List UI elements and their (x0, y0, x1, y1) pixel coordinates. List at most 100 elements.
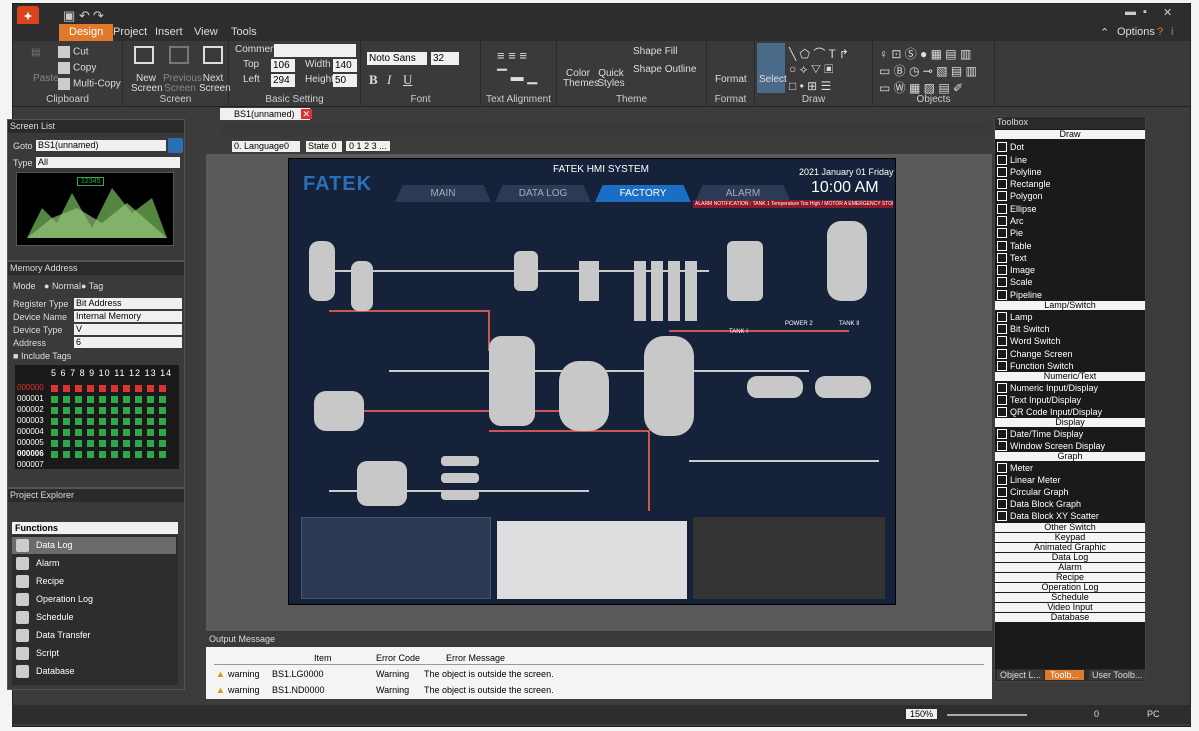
minimize-icon[interactable]: ▬ (1125, 6, 1136, 18)
valign-icons[interactable]: ▔ ▬ ▁ (497, 69, 537, 85)
home-icon[interactable] (168, 138, 183, 153)
tool-change-screen[interactable]: Change Screen (997, 348, 1073, 360)
menu-insert[interactable]: Insert (155, 26, 183, 38)
menu-design[interactable]: Design (59, 24, 114, 41)
mode-normal-radio[interactable]: ● Normal (44, 281, 81, 291)
goto-select[interactable]: BS1(unnamed) (36, 140, 166, 151)
hmi-tab-factory[interactable]: FACTORY (595, 185, 691, 202)
tool-line[interactable]: Line (997, 154, 1027, 166)
tool-numeric-input[interactable]: Numeric Input/Display (997, 382, 1098, 394)
collapse-ribbon-icon[interactable]: ⌃ (1100, 26, 1109, 39)
draw-shapes-row2[interactable]: ○ ⟡ ▽ ▣ (789, 62, 833, 77)
zoom-slider[interactable] (947, 714, 1027, 716)
explorer-item-operation-log[interactable]: Operation Log (12, 591, 176, 608)
include-tags-checkbox[interactable]: ■ Include Tags (13, 351, 71, 361)
objects-row1[interactable]: ♀ ⊡ Ⓢ ● ▦ ▤ ▥ (879, 45, 971, 62)
output-row[interactable]: ▲ warning BS1.LG0000 Warning The object … (214, 667, 984, 681)
address-input[interactable]: 6 (74, 337, 182, 348)
mode-tag-radio[interactable]: ● Tag (81, 281, 103, 291)
functions-header[interactable]: Functions (12, 522, 178, 534)
tool-lamp[interactable]: Lamp (997, 311, 1033, 323)
toolbox-section-data-log[interactable]: Data Log (995, 553, 1145, 562)
toolbox-section-display[interactable]: Display (995, 418, 1145, 427)
tool-polygon[interactable]: Polygon (997, 190, 1043, 202)
tool-pipeline[interactable]: Pipeline (997, 289, 1042, 301)
language-select[interactable]: 0. Language0 (232, 141, 300, 152)
hmi-tab-data-log[interactable]: DATA LOG (495, 185, 591, 202)
explorer-item-alarm[interactable]: Alarm (12, 555, 176, 572)
tool-bit-switch[interactable]: Bit Switch (997, 323, 1050, 335)
align-icons[interactable]: ≡ ≡ ≡ (497, 48, 527, 63)
toolbox-section-graph[interactable]: Graph (995, 452, 1145, 461)
toolbox-section-database[interactable]: Database (995, 613, 1145, 622)
toolbox-section-alarm[interactable]: Alarm (995, 563, 1145, 572)
toolbox-section-keypad[interactable]: Keypad (995, 533, 1145, 542)
draw-shapes-row3[interactable]: □ • ⊞ ☰ (789, 79, 831, 93)
tool-pie[interactable]: Pie (997, 227, 1023, 239)
tool-rectangle[interactable]: Rectangle (997, 178, 1051, 190)
register-type-select[interactable]: Bit Address (74, 298, 182, 309)
tool-dot[interactable]: Dot (997, 141, 1024, 153)
toolbox-section-draw[interactable]: Draw (995, 130, 1145, 139)
multi-copy-button[interactable]: Multi-Copy (58, 78, 121, 90)
memory-grid[interactable]: 5 6 7 8 9 10 11 12 13 14 000000 000001 0… (15, 365, 179, 469)
height-input[interactable]: 50 (333, 74, 357, 87)
screen-thumbnail[interactable]: 12345 (16, 172, 174, 246)
zoom-level[interactable]: 150% (906, 709, 938, 719)
shape-fill-button[interactable]: Shape Fill (633, 46, 677, 57)
copy-button[interactable]: Copy (58, 62, 96, 74)
toolbox-section-recipe[interactable]: Recipe (995, 573, 1145, 582)
tool-image[interactable]: Image (997, 264, 1035, 276)
top-input[interactable]: 106 (271, 59, 295, 72)
info-icon[interactable]: i (1171, 26, 1173, 38)
font-size-select[interactable]: 32 (431, 52, 459, 65)
cut-button[interactable]: Cut (58, 46, 89, 58)
paste-button[interactable]: Paste (33, 73, 59, 84)
output-row[interactable]: ▲ warning BS1.ND0000 Warning The object … (214, 683, 984, 697)
menu-tools[interactable]: Tools (231, 26, 257, 38)
tool-arc[interactable]: Arc (997, 215, 1024, 227)
document-tab[interactable]: BS1(unnamed) ✕ (220, 108, 313, 120)
undo-icon[interactable]: ↶ (79, 8, 90, 24)
hmi-screen[interactable]: FATEK FATEK HMI SYSTEM 2021 January 01 F… (288, 158, 896, 605)
tool-table[interactable]: Table (997, 240, 1032, 252)
toolbox-section-lamp-switch[interactable]: Lamp/Switch (995, 301, 1145, 310)
explorer-item-recipe[interactable]: Recipe (12, 573, 176, 590)
tool-window-screen[interactable]: Window Screen Display (997, 440, 1105, 452)
options-menu[interactable]: Options (1117, 26, 1155, 38)
tool-polyline[interactable]: Polyline (997, 166, 1042, 178)
comment-input[interactable] (274, 44, 356, 57)
close-icon[interactable]: ✕ (1163, 6, 1172, 19)
explorer-item-data-log[interactable]: Data Log (12, 537, 176, 554)
select-button[interactable]: Select (759, 74, 787, 85)
type-select[interactable]: All (36, 157, 180, 168)
next-screen-button[interactable]: Next Screen (199, 74, 231, 94)
object-list-tab[interactable]: Object L... (997, 670, 1045, 680)
underline-button[interactable]: U (403, 72, 412, 88)
toolbox-section-video-input[interactable]: Video Input (995, 603, 1145, 612)
tool-linear-meter[interactable]: Linear Meter (997, 474, 1061, 486)
shape-outline-button[interactable]: Shape Outline (633, 64, 696, 75)
tool-data-block-graph[interactable]: Data Block Graph (997, 498, 1081, 510)
explorer-item-schedule[interactable]: Schedule (12, 609, 176, 626)
state-numbers[interactable]: 0 1 2 3 ... (346, 141, 390, 151)
italic-button[interactable]: I (387, 72, 391, 88)
maximize-icon[interactable]: ▪ (1143, 6, 1147, 18)
toolbox-section-operation-log[interactable]: Operation Log (995, 583, 1145, 592)
tool-word-switch[interactable]: Word Switch (997, 335, 1060, 347)
width-input[interactable]: 140 (333, 59, 357, 72)
quick-styles-button[interactable]: Quick Styles (595, 69, 627, 89)
tool-qr-code[interactable]: QR Code Input/Display (997, 406, 1102, 418)
toolbox-section-animated-graphic[interactable]: Animated Graphic (995, 543, 1145, 552)
close-tab-icon[interactable]: ✕ (300, 109, 313, 119)
tool-data-block-xy[interactable]: Data Block XY Scatter (997, 510, 1099, 522)
new-screen-button[interactable]: New Screen (131, 74, 163, 94)
help-icon[interactable]: ? (1157, 26, 1163, 38)
tool-circular-graph[interactable]: Circular Graph (997, 486, 1069, 498)
tool-ellipse[interactable]: Ellipse (997, 203, 1037, 215)
tool-meter[interactable]: Meter (997, 462, 1033, 474)
redo-icon[interactable]: ↷ (93, 8, 104, 24)
save-icon[interactable]: ▣ (63, 8, 75, 24)
select-tool[interactable] (757, 43, 785, 93)
toolbox-section-schedule[interactable]: Schedule (995, 593, 1145, 602)
